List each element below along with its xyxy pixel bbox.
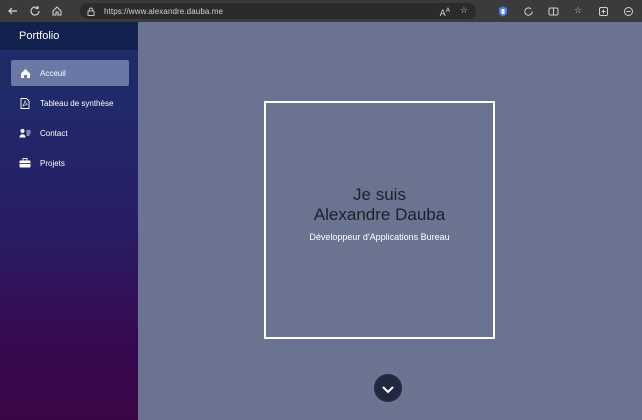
- sidebar: Portfolio Acceuil Tableau de synthèse Co…: [0, 22, 138, 420]
- refresh-icon[interactable]: [26, 2, 44, 20]
- address-bar[interactable]: https://www.alexandre.dauba.me AA ☆: [80, 3, 476, 19]
- read-aloud-icon[interactable]: AA: [440, 5, 450, 20]
- sidebar-item-acceuil[interactable]: Acceuil: [11, 60, 129, 86]
- hero-greeting: Je suis: [353, 185, 406, 204]
- contact-icon: [19, 127, 31, 139]
- sidebar-item-label: Acceuil: [40, 68, 66, 78]
- sidebar-item-label: Tableau de synthèse: [40, 98, 114, 108]
- scroll-down-button[interactable]: [374, 374, 402, 402]
- back-icon[interactable]: [4, 2, 22, 20]
- url-text[interactable]: https://www.alexandre.dauba.me: [104, 7, 223, 16]
- refresh2-icon[interactable]: [520, 3, 536, 19]
- collections-icon[interactable]: ☆: [570, 3, 586, 19]
- briefcase-icon: [19, 157, 31, 169]
- home-icon[interactable]: [48, 2, 66, 20]
- main-content: Je suis Alexandre Dauba Développeur d'Ap…: [138, 22, 642, 420]
- sidebar-item-projets[interactable]: Projets: [11, 150, 129, 176]
- split-icon[interactable]: [545, 3, 561, 19]
- sidebar-item-contact[interactable]: Contact: [11, 120, 129, 146]
- sidebar-item-label: Projets: [40, 158, 65, 168]
- tab-icon[interactable]: [595, 3, 611, 19]
- hero-name: Alexandre Dauba: [313, 205, 446, 224]
- hero-subtitle: Développeur d'Applications Bureau: [309, 232, 450, 242]
- home-icon: [19, 67, 31, 79]
- browser-toolbar: https://www.alexandre.dauba.me AA ☆ ☆: [0, 0, 642, 22]
- chevron-down-icon: [382, 379, 394, 398]
- hero-frame: Je suis Alexandre Dauba Développeur d'Ap…: [264, 101, 495, 339]
- pdf-icon: [19, 97, 31, 109]
- favorite-icon[interactable]: ☆: [460, 5, 468, 20]
- brand-title[interactable]: Portfolio: [0, 22, 138, 50]
- shield-icon[interactable]: [495, 3, 511, 19]
- extensions-icon[interactable]: [620, 3, 636, 19]
- lock-icon[interactable]: [86, 6, 96, 16]
- sidebar-item-label: Contact: [40, 128, 68, 138]
- sidebar-item-tableau-de-synthese[interactable]: Tableau de synthèse: [11, 90, 129, 116]
